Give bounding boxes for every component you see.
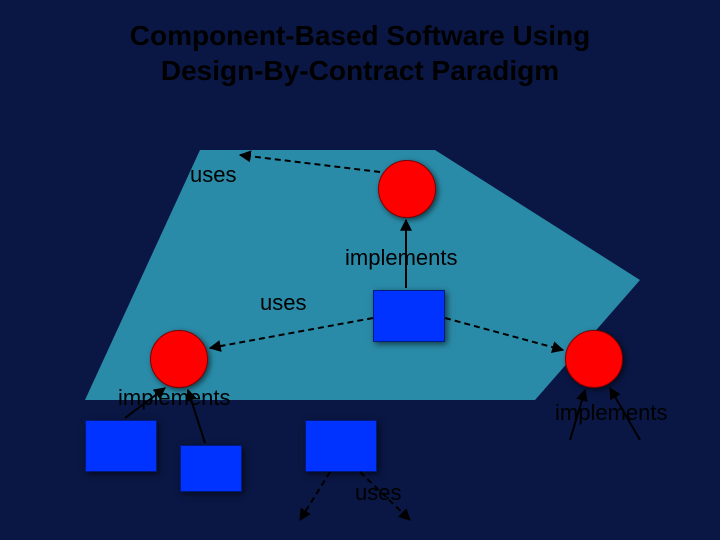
label-implements-top: implements: [345, 245, 457, 271]
circle-mid-left: [150, 330, 208, 388]
label-uses-bottom: uses: [355, 480, 401, 506]
circle-right: [565, 330, 623, 388]
slide-title: Component-Based Software Using Design-By…: [0, 18, 720, 88]
circle-top: [378, 160, 436, 218]
label-implements-left: implements: [118, 385, 230, 411]
box-bottom-center: [305, 420, 377, 472]
box-mid: [373, 290, 445, 342]
box-bottom-left: [85, 420, 157, 472]
label-uses-mid: uses: [260, 290, 306, 316]
slide: Component-Based Software Using Design-By…: [0, 0, 720, 540]
label-uses-top: uses: [190, 162, 236, 188]
label-implements-right: implements: [555, 400, 667, 426]
box-bottom-left2: [180, 445, 242, 492]
